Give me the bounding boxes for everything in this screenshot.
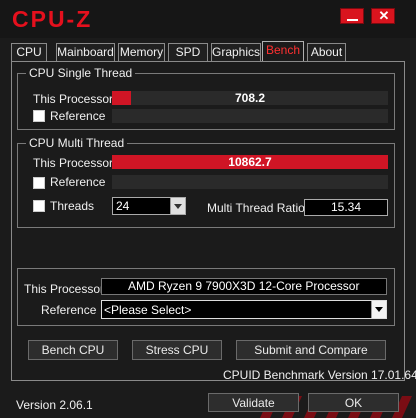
chevron-down-icon [375, 307, 383, 312]
threads-select[interactable]: 24 [112, 197, 186, 215]
tab-spd[interactable]: SPD [168, 43, 208, 61]
threads-label: Threads [50, 199, 95, 213]
compare-reference-label: Reference [41, 303, 97, 317]
single-reference-checkbox[interactable] [33, 110, 45, 122]
threads-checkbox[interactable] [33, 200, 45, 212]
tab-mainboard[interactable]: Mainboard [56, 43, 115, 61]
submit-compare-button[interactable]: Submit and Compare [236, 340, 386, 360]
single-thread-bar: 708.2 [112, 91, 388, 105]
single-thread-score: 708.2 [234, 91, 266, 105]
single-reference-label: Reference [50, 109, 106, 123]
validate-button[interactable]: Validate [208, 393, 299, 412]
compare-this-label: This Processor [24, 282, 105, 296]
stress-cpu-button[interactable]: Stress CPU [132, 340, 222, 360]
tab-about[interactable]: About [307, 43, 346, 61]
reference-select[interactable]: <Please Select> [101, 300, 387, 319]
tab-memory[interactable]: Memory [118, 43, 165, 61]
multi-thread-title: CPU Multi Thread [26, 136, 128, 150]
reference-select-value: <Please Select> [104, 303, 192, 317]
multi-reference-label: Reference [50, 175, 106, 189]
app-logo: CPU-Z [12, 6, 93, 32]
minimize-icon [347, 19, 358, 21]
ratio-label: Multi Thread Ratio [207, 201, 305, 215]
single-this-label: This Processor [33, 92, 114, 106]
multi-reference-checkbox[interactable] [33, 177, 45, 189]
tab-bench[interactable]: Bench [262, 41, 304, 61]
ok-button[interactable]: OK [308, 393, 399, 412]
chevron-down-icon [174, 204, 182, 209]
ratio-value: 15.34 [304, 199, 388, 216]
threads-value: 24 [116, 199, 130, 213]
compare-this-value: AMD Ryzen 9 7900X3D 12-Core Processor [101, 278, 387, 295]
multi-thread-score: 10862.7 [228, 155, 272, 169]
tab-graphics[interactable]: Graphics [211, 43, 261, 61]
multi-reference-bar [112, 175, 388, 189]
threads-dropdown-button[interactable] [170, 198, 185, 214]
single-thread-title: CPU Single Thread [26, 66, 136, 80]
single-reference-bar [112, 109, 388, 123]
reference-dropdown-button[interactable] [371, 301, 386, 318]
multi-this-label: This Processor [33, 156, 114, 170]
tab-cpu[interactable]: CPU [11, 43, 47, 61]
multi-thread-bar: 10862.7 [112, 155, 388, 169]
close-icon: ✕ [378, 8, 390, 23]
benchmark-version: CPUID Benchmark Version 17.01.64 [223, 368, 416, 382]
version-text: Version 2.06.1 [16, 398, 93, 412]
close-button[interactable]: ✕ [371, 8, 395, 24]
bench-cpu-button[interactable]: Bench CPU [28, 340, 118, 360]
minimize-button[interactable] [340, 8, 364, 24]
